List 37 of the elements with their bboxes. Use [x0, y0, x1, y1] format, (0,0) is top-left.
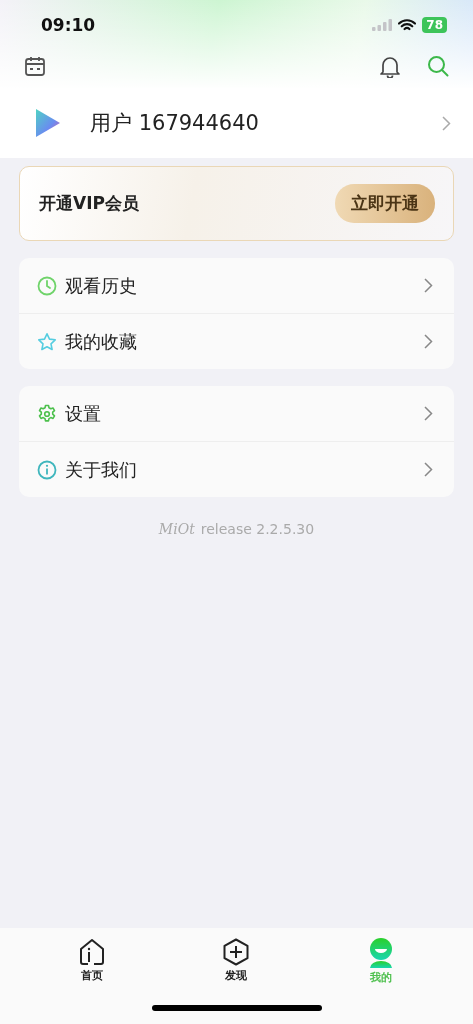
signal-icon: [372, 19, 393, 31]
chevron-right-icon: [424, 406, 433, 421]
play-logo-icon: [36, 109, 60, 137]
menu-label: 关于我们: [65, 457, 138, 482]
battery-indicator: 78: [422, 17, 447, 33]
chevron-right-icon: [424, 462, 433, 477]
status-time: 09:10: [41, 15, 96, 35]
tab-item[interactable]: 发现: [206, 938, 267, 985]
user-profile-row[interactable]: 用户 167944640: [0, 88, 473, 158]
vip-title: 开通VIP会员: [39, 192, 139, 215]
tab-label: 发现: [225, 968, 248, 983]
house-icon: [78, 938, 107, 966]
clock-icon: [37, 275, 57, 296]
menu-label: 设置: [65, 401, 102, 426]
menu-item[interactable]: 关于我们: [19, 441, 454, 497]
info-icon: [37, 459, 57, 480]
menu-label: 观看历史: [65, 273, 138, 298]
tab-label: 我的: [369, 970, 392, 985]
hexagon-plus-icon: [222, 938, 251, 966]
calendar-icon[interactable]: [24, 55, 46, 77]
brand-logo-text: MiOt: [158, 521, 195, 537]
menu-item[interactable]: 我的收藏: [19, 313, 454, 369]
chevron-right-icon: [424, 278, 433, 293]
notification-bell-icon[interactable]: [379, 54, 401, 78]
menu-label: 我的收藏: [65, 329, 138, 354]
chevron-right-icon: [442, 115, 451, 131]
user-name: 用户 167944640: [90, 110, 260, 137]
chevron-right-icon: [424, 334, 433, 349]
gear-icon: [37, 403, 57, 424]
star-icon: [37, 331, 57, 352]
subscribe-button[interactable]: 立即开通: [335, 184, 435, 223]
wifi-icon: [398, 18, 417, 32]
menu-item[interactable]: 设置: [19, 386, 454, 441]
menu-item[interactable]: 观看历史: [19, 258, 454, 313]
tab-label: 首页: [81, 968, 104, 983]
version-text: release 2.2.5.30: [200, 521, 315, 537]
tab-item[interactable]: 首页: [62, 938, 123, 985]
